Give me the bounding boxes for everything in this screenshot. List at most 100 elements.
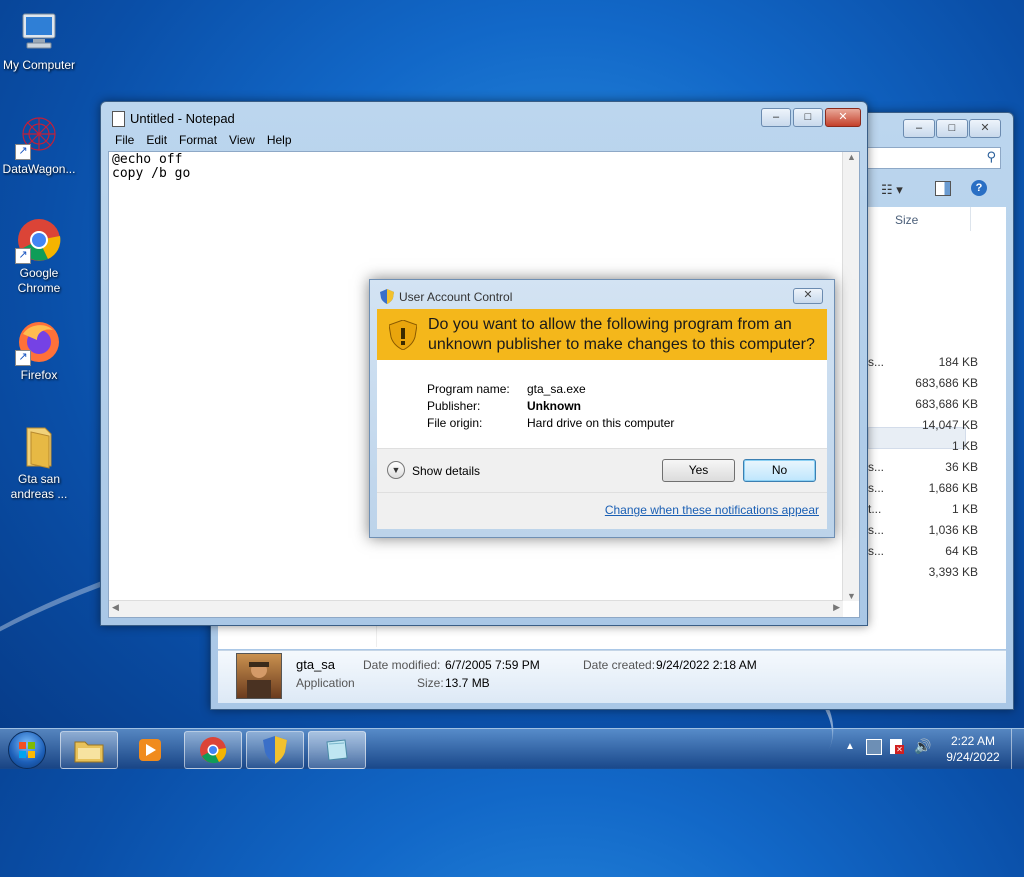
row-size: 184 KB <box>938 355 978 369</box>
date-created-value: 9/24/2022 2:18 AM <box>656 658 757 672</box>
menu-file[interactable]: File <box>109 130 140 150</box>
table-row[interactable]: s... 36 KB <box>868 460 978 478</box>
firefox-icon: ↗ <box>15 318 63 366</box>
taskbar-uac[interactable] <box>246 731 304 769</box>
shield-icon <box>263 736 287 764</box>
horizontal-scrollbar[interactable]: ◀ ▶ <box>109 600 843 617</box>
folder-icon <box>74 741 104 763</box>
row-prefix: s... <box>868 355 885 369</box>
table-row[interactable]: s... 1,686 KB <box>868 481 978 499</box>
datawagon-icon: ↗ <box>15 112 63 160</box>
minimize-button[interactable]: – <box>761 108 791 127</box>
scroll-down-icon[interactable]: ▼ <box>847 591 856 601</box>
minimize-button[interactable]: – <box>903 119 935 138</box>
scroll-right-icon[interactable]: ▶ <box>833 602 840 613</box>
shortcut-arrow-icon: ↗ <box>15 144 31 160</box>
row-prefix: s... <box>868 481 885 495</box>
show-hidden-icons-icon[interactable]: ▲ <box>845 741 855 752</box>
warning-shield-icon <box>388 319 418 353</box>
table-row[interactable]: s... 184 KB <box>868 355 978 373</box>
search-input[interactable]: ⚲ <box>867 147 1001 169</box>
close-button[interactable]: ✕ <box>969 119 1001 138</box>
menu-view[interactable]: View <box>223 130 261 150</box>
scroll-left-icon[interactable]: ◀ <box>112 602 119 613</box>
close-button[interactable]: ✕ <box>793 288 823 304</box>
size-label: Size: <box>417 676 444 690</box>
clock[interactable]: 2:22 AM 9/24/2022 <box>940 733 1006 765</box>
toolbar: ☷ ▾ ? <box>867 175 1013 205</box>
close-button[interactable]: ✕ <box>825 108 861 127</box>
row-size: 3,393 KB <box>928 565 978 579</box>
taskbar-notepad[interactable] <box>308 731 366 769</box>
table-row[interactable]: 683,686 KB <box>868 376 978 394</box>
editor-content[interactable]: @echo off copy /b go <box>112 153 190 181</box>
row-prefix: s... <box>868 460 885 474</box>
taskbar-media-player[interactable] <box>121 731 179 769</box>
menu-edit[interactable]: Edit <box>140 130 173 150</box>
dialog-title: User Account Control <box>399 290 513 304</box>
taskbar-explorer[interactable] <box>60 731 118 769</box>
chevron-down-icon: ▼ <box>387 461 405 479</box>
menu-format[interactable]: Format <box>173 130 223 150</box>
desktop-icon-datawagon[interactable]: ↗ DataWagon... <box>0 112 78 177</box>
file-type: Application <box>296 676 355 690</box>
table-row[interactable]: s... 64 KB <box>868 544 978 562</box>
uac-question: Do you want to allow the following progr… <box>428 316 815 353</box>
desktop-icon-gta-folder[interactable]: Gta san andreas ... <box>0 422 78 502</box>
computer-icon <box>15 8 63 56</box>
date-created-label: Date created: <box>583 658 656 672</box>
action-center-icon[interactable]: ✕ <box>890 739 904 754</box>
file-thumbnail <box>236 653 282 699</box>
table-row[interactable]: t... 1 KB <box>868 502 978 520</box>
warning-banner: Do you want to allow the following progr… <box>377 309 827 360</box>
desktop-icon-my-computer[interactable]: My Computer <box>0 8 78 73</box>
volume-icon[interactable]: 🔊 <box>914 738 931 755</box>
vertical-scrollbar[interactable]: ▲ ▼ <box>842 152 859 601</box>
desktop-icon-label: Google Chrome <box>17 266 61 295</box>
table-row[interactable]: 683,686 KB <box>868 397 978 415</box>
table-row[interactable]: s... 1,036 KB <box>868 523 978 541</box>
no-button[interactable]: No <box>743 459 816 482</box>
preview-pane-icon[interactable] <box>935 181 951 196</box>
file-name: gta_sa <box>296 657 336 672</box>
show-desktop-button[interactable] <box>1011 729 1024 769</box>
table-row[interactable]: 1 KB <box>868 439 978 457</box>
chrome-icon: ↗ <box>15 216 63 264</box>
help-icon[interactable]: ? <box>971 180 987 196</box>
file-origin-value: Hard drive on this computer <box>527 416 675 430</box>
row-prefix: s... <box>868 544 885 558</box>
program-name-label: Program name: <box>427 382 510 396</box>
desktop-icon-label: DataWagon... <box>2 162 76 176</box>
row-size: 14,047 KB <box>921 418 978 432</box>
uac-dialog[interactable]: User Account Control ✕ Do you want to al… <box>369 279 835 538</box>
size-value: 13.7 MB <box>445 676 490 690</box>
file-origin-label: File origin: <box>427 416 483 430</box>
maximize-button[interactable]: □ <box>793 108 823 127</box>
start-button[interactable] <box>8 731 46 769</box>
view-options-icon[interactable]: ☷ ▾ <box>881 182 903 198</box>
row-size: 1,036 KB <box>928 523 978 537</box>
row-size: 64 KB <box>945 544 978 558</box>
publisher-value: Unknown <box>527 399 581 413</box>
search-icon: ⚲ <box>986 149 996 164</box>
change-notifications-link[interactable]: Change when these notifications appear <box>605 503 819 517</box>
taskbar-chrome[interactable] <box>184 731 242 769</box>
desktop-icon-firefox[interactable]: ↗ Firefox <box>0 318 78 383</box>
desktop-icon-chrome[interactable]: ↗ Google Chrome <box>0 216 78 296</box>
scroll-up-icon[interactable]: ▲ <box>847 152 856 162</box>
shortcut-arrow-icon: ↗ <box>15 248 31 264</box>
menu-help[interactable]: Help <box>261 130 298 150</box>
row-size: 36 KB <box>945 460 978 474</box>
clock-date: 9/24/2022 <box>946 750 1000 764</box>
desktop-icon-label: Gta san andreas ... <box>10 472 68 501</box>
yes-button[interactable]: Yes <box>662 459 735 482</box>
table-row[interactable]: 14,047 KB <box>868 418 978 436</box>
program-info: Program name: gta_sa.exe Publisher: Unkn… <box>377 360 827 448</box>
row-prefix: t... <box>868 502 882 516</box>
table-row[interactable]: 3,393 KB <box>868 565 978 583</box>
details-pane: gta_sa Application Date modified: 6/7/20… <box>218 650 1006 703</box>
program-name-value: gta_sa.exe <box>527 382 586 396</box>
notepad-icon <box>112 111 125 127</box>
network-icon[interactable] <box>866 739 882 755</box>
maximize-button[interactable]: □ <box>936 119 968 138</box>
